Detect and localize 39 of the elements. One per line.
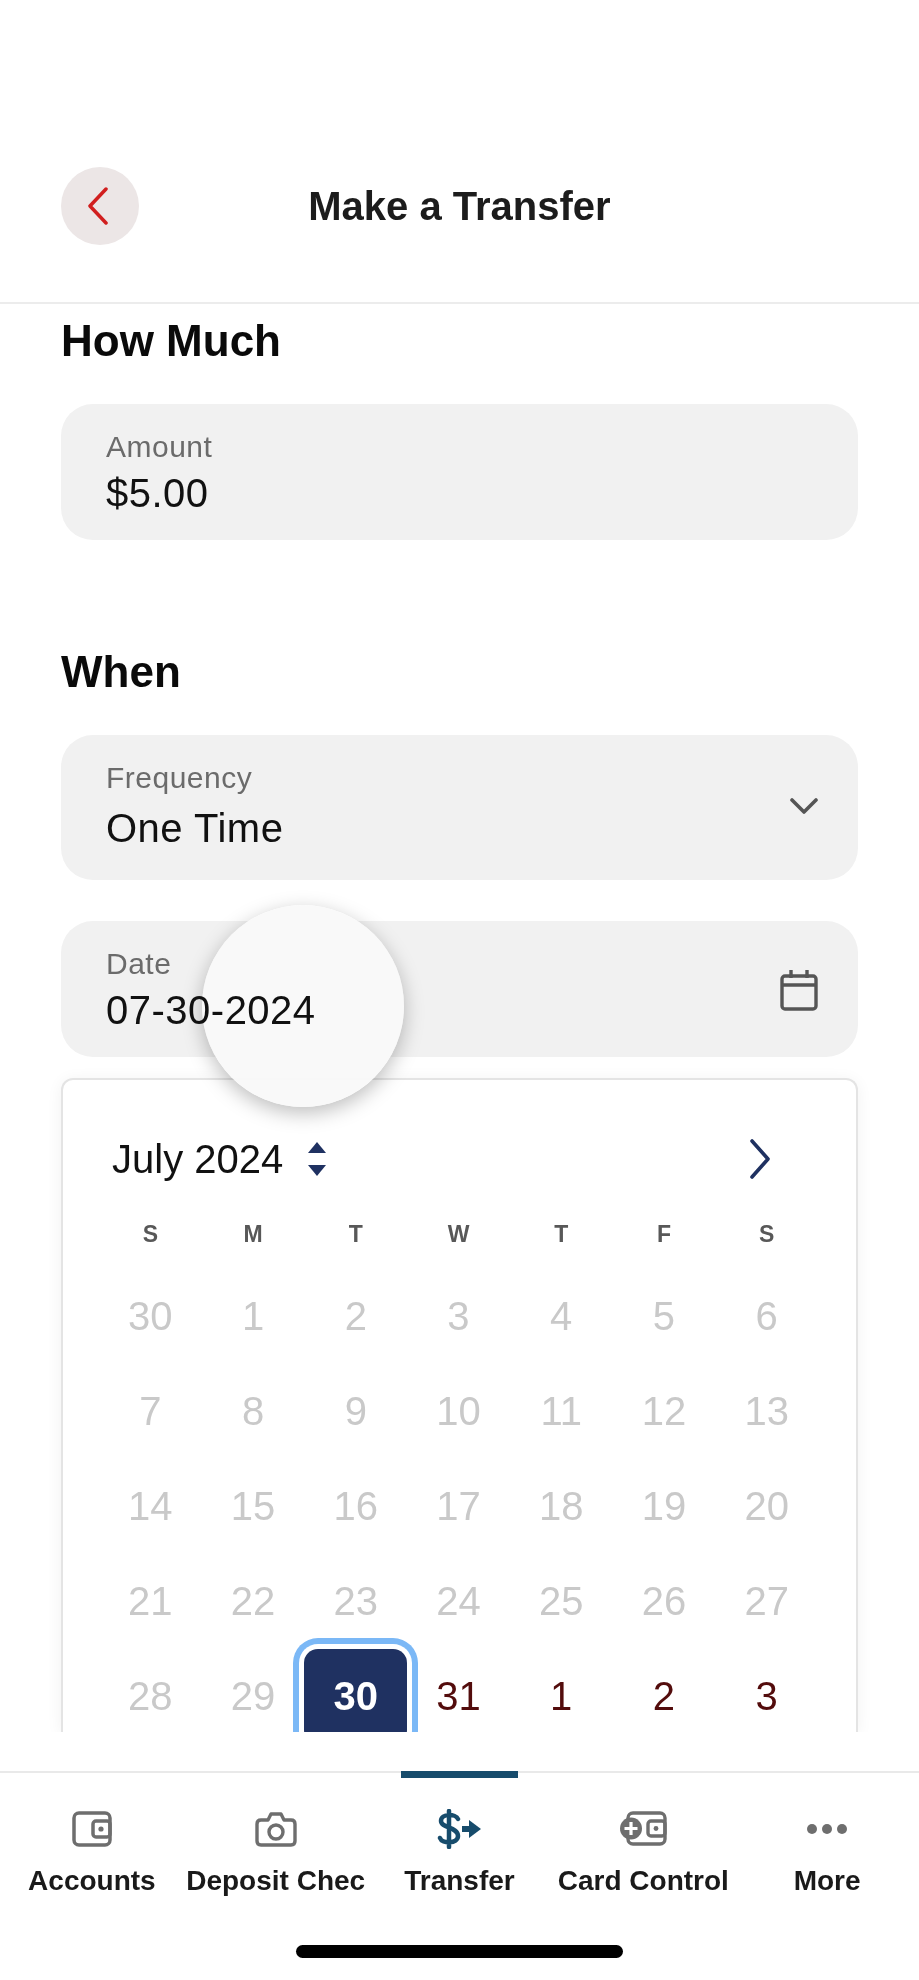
tab-bar-item[interactable]: Transfer	[367, 1773, 552, 1898]
input-field[interactable]: Amount $5.00	[61, 404, 858, 540]
calendar-day[interactable]: 3	[715, 1649, 818, 1732]
next-month-button[interactable]	[749, 1139, 771, 1179]
chevron-left-icon	[87, 187, 109, 225]
field-label: Amount	[106, 429, 213, 465]
chevron-right-icon	[749, 1139, 771, 1179]
tab-bar-item[interactable]: Deposit Chec	[183, 1773, 368, 1898]
tab-bar-item[interactable]: More	[735, 1773, 919, 1898]
calendar-icon	[780, 968, 818, 1011]
weekday-label: M	[242, 1220, 264, 1249]
dollar-arrow-icon	[436, 1809, 483, 1849]
weekday-label: S	[757, 1220, 776, 1249]
field-value: $5.00	[106, 470, 209, 516]
wallet-icon	[71, 1811, 112, 1847]
up-down-caret-icon	[307, 1140, 328, 1178]
chevron-down-icon	[790, 797, 818, 814]
more-dots-icon	[806, 1823, 849, 1835]
screen-title: Make a Transfer	[308, 183, 611, 230]
section-heading: When	[61, 647, 182, 697]
card-plus-icon	[619, 1810, 668, 1848]
month-year-selector[interactable]: July 2024	[112, 1135, 328, 1183]
camera-icon	[254, 1811, 297, 1847]
dropdown-field[interactable]: Frequency One Time	[61, 735, 858, 880]
weekday-label: S	[141, 1220, 159, 1249]
field-label: Date	[106, 946, 172, 982]
weekday-label: W	[446, 1220, 471, 1249]
calendar-day[interactable]: 1	[509, 1649, 613, 1732]
section-heading: How Much	[61, 316, 282, 366]
field-value: 07-30-2024	[106, 987, 316, 1033]
field-value: One Time	[106, 805, 284, 851]
calendar-day[interactable]: 31	[407, 1649, 510, 1732]
weekday-label: T	[347, 1220, 364, 1249]
field-label: Frequency	[106, 760, 253, 796]
tab-bar-item[interactable]: Card Control	[551, 1773, 736, 1898]
weekday-label: F	[655, 1220, 672, 1249]
tab-bar-item[interactable]: Accounts	[0, 1773, 184, 1898]
weekday-label: T	[553, 1220, 570, 1249]
calendar-day[interactable]: 2	[612, 1649, 716, 1732]
